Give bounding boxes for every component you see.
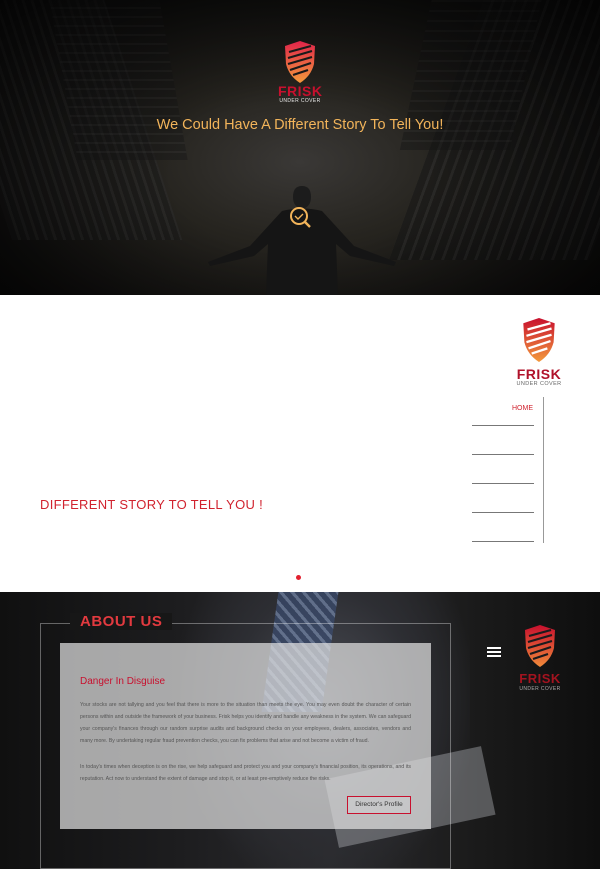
shield-logo-icon xyxy=(523,318,555,362)
slider-headline: DIFFERENT STORY TO TELL YOU ! xyxy=(40,497,264,512)
hero-tagline: We Could Have A Different Story To Tell … xyxy=(156,117,444,133)
about-logo-sub: UNDER COVER xyxy=(519,686,561,692)
about-logo-word: FRISK xyxy=(519,671,561,686)
shield-logo-icon xyxy=(525,625,555,667)
slider-logo-word: FRISK xyxy=(516,366,562,382)
hero-logo[interactable]: FRISK UNDER COVER xyxy=(278,40,322,104)
nav-item-home[interactable]: HOME xyxy=(512,405,533,412)
about-heading: ABOUT US xyxy=(70,613,173,630)
shield-logo-icon xyxy=(285,41,315,83)
directors-profile-button[interactable]: Director's Profile xyxy=(347,796,411,814)
slider-dot-active[interactable] xyxy=(296,575,301,580)
slider-section: FRISK UNDER COVER HOME DIFFERENT STORY T… xyxy=(0,295,600,592)
hamburger-icon[interactable] xyxy=(487,647,501,657)
card-title: Danger In Disguise xyxy=(80,676,166,687)
nav-item-divider[interactable] xyxy=(472,454,534,455)
magnifier-icon[interactable] xyxy=(288,205,312,229)
nav-item-divider[interactable] xyxy=(472,483,534,484)
hero-logo-word: FRISK xyxy=(278,83,323,99)
slider-logo-sub: UNDER COVER xyxy=(516,381,562,387)
hero-logo-sub: UNDER COVER xyxy=(279,98,321,104)
about-card: Danger In Disguise Your stocks are not t… xyxy=(60,643,431,829)
man-silhouette xyxy=(208,186,396,295)
hero-section: FRISK UNDER COVER We Could Have A Differ… xyxy=(0,0,600,295)
card-paragraph-1: Your stocks are not tallying and you fee… xyxy=(80,702,411,744)
about-section: ABOUT US Danger In Disguise Your stocks … xyxy=(0,592,600,869)
side-nav: HOME xyxy=(472,397,544,543)
nav-item-divider[interactable] xyxy=(472,512,534,513)
about-logo[interactable]: FRISK UNDER COVER xyxy=(517,624,563,692)
slider-logo[interactable]: FRISK UNDER COVER xyxy=(515,317,563,387)
nav-item-divider[interactable] xyxy=(472,541,534,542)
card-paragraph-2: In today's times when deception is on th… xyxy=(80,764,411,782)
nav-item-divider[interactable] xyxy=(472,425,534,426)
